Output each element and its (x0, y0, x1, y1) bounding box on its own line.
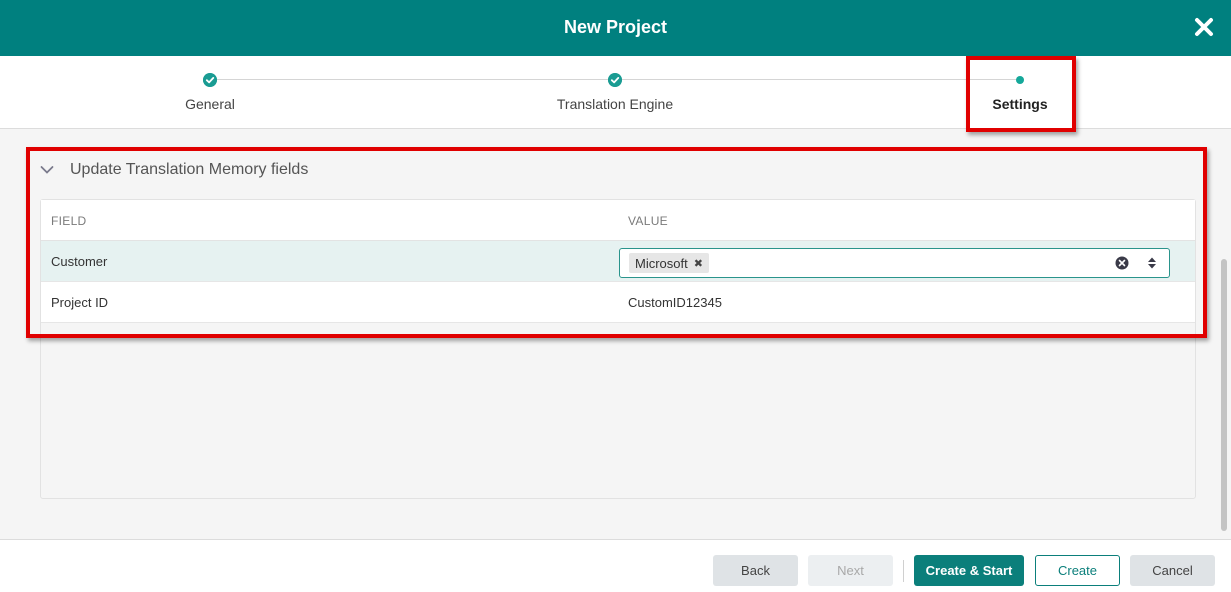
table-header: FIELD VALUE (41, 200, 1195, 241)
section-toggle[interactable]: Update Translation Memory fields (40, 159, 308, 181)
step-translation-engine[interactable]: Translation Engine (515, 56, 715, 126)
dialog-titlebar: New Project (0, 0, 1231, 56)
create-button[interactable]: Create (1035, 555, 1120, 586)
field-value: CustomID12345 (628, 295, 722, 310)
table-row[interactable]: Customer Microsoft ✖ (41, 241, 1195, 282)
sort-arrows-icon[interactable] (1147, 256, 1157, 270)
remove-chip-icon[interactable]: ✖ (694, 257, 703, 270)
clear-icon[interactable] (1115, 256, 1129, 270)
section-title: Update Translation Memory fields (70, 161, 309, 178)
settings-panel: Update Translation Memory fields FIELD V… (0, 129, 1231, 539)
button-divider (903, 560, 904, 582)
step-label: Settings (992, 96, 1048, 112)
check-circle-icon (203, 73, 217, 87)
chevron-down-icon (40, 166, 54, 174)
table-row[interactable]: Project ID CustomID12345 (41, 282, 1195, 323)
wizard-stepper: General Translation Engine Settings (0, 56, 1231, 129)
cancel-button[interactable]: Cancel (1130, 555, 1215, 586)
dialog-title: New Project (563, 17, 668, 37)
step-general[interactable]: General (110, 56, 310, 126)
create-and-start-button[interactable]: Create & Start (914, 555, 1024, 586)
close-icon[interactable] (1193, 16, 1215, 38)
step-label: General (185, 96, 235, 112)
step-label: Translation Engine (556, 96, 674, 112)
column-header-value: VALUE (628, 214, 668, 228)
next-button[interactable]: Next (808, 555, 893, 586)
fields-table: FIELD VALUE Customer Microsoft ✖ Project… (40, 199, 1196, 499)
current-step-dot-icon (1016, 76, 1024, 84)
chip-label: Microsoft (635, 255, 688, 271)
selected-chip: Microsoft ✖ (629, 253, 709, 273)
back-button[interactable]: Back (713, 555, 798, 586)
step-settings[interactable]: Settings (920, 56, 1120, 126)
dialog-footer: Back Next Create & Start Create Cancel (0, 539, 1231, 592)
vertical-scrollbar[interactable] (1221, 259, 1227, 531)
customer-multiselect[interactable]: Microsoft ✖ (619, 248, 1170, 278)
field-name: Customer (51, 254, 108, 269)
column-header-field: FIELD (51, 214, 87, 228)
field-name: Project ID (51, 295, 109, 310)
check-circle-icon (608, 73, 622, 87)
